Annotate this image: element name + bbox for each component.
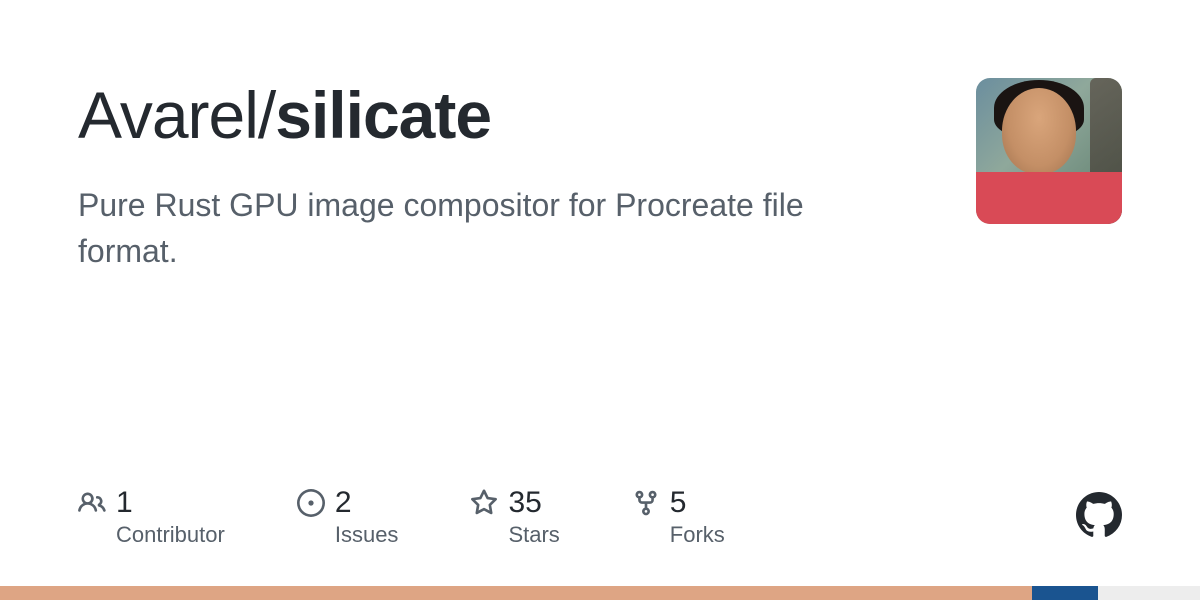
- issue-icon: [297, 489, 325, 517]
- fork-icon: [632, 489, 660, 517]
- forks-label: Forks: [670, 522, 725, 548]
- people-icon: [78, 489, 106, 517]
- language-segment: [1098, 586, 1200, 600]
- star-icon: [470, 489, 498, 517]
- language-segment: [1032, 586, 1098, 600]
- contributors-label: Contributor: [116, 522, 225, 548]
- repo-separator: /: [258, 78, 275, 152]
- github-logo-icon[interactable]: [1076, 492, 1122, 543]
- forks-count: 5: [670, 486, 687, 520]
- stat-issues[interactable]: 2 Issues: [297, 486, 399, 548]
- stars-count: 35: [508, 486, 541, 520]
- repo-title: Avarel/silicate: [78, 78, 938, 154]
- issues-count: 2: [335, 486, 352, 520]
- language-bar: [0, 586, 1200, 600]
- contributors-count: 1: [116, 486, 133, 520]
- repo-stats: 1 Contributor 2 Issues 35 Stars: [78, 486, 725, 548]
- stat-contributors[interactable]: 1 Contributor: [78, 486, 225, 548]
- stat-forks[interactable]: 5 Forks: [632, 486, 725, 548]
- repo-owner[interactable]: Avarel: [78, 78, 258, 152]
- owner-avatar[interactable]: [976, 78, 1122, 224]
- issues-label: Issues: [335, 522, 399, 548]
- repo-name[interactable]: silicate: [275, 78, 491, 152]
- stars-label: Stars: [508, 522, 559, 548]
- language-segment: [0, 586, 1032, 600]
- stat-stars[interactable]: 35 Stars: [470, 486, 559, 548]
- repo-description: Pure Rust GPU image compositor for Procr…: [78, 182, 888, 275]
